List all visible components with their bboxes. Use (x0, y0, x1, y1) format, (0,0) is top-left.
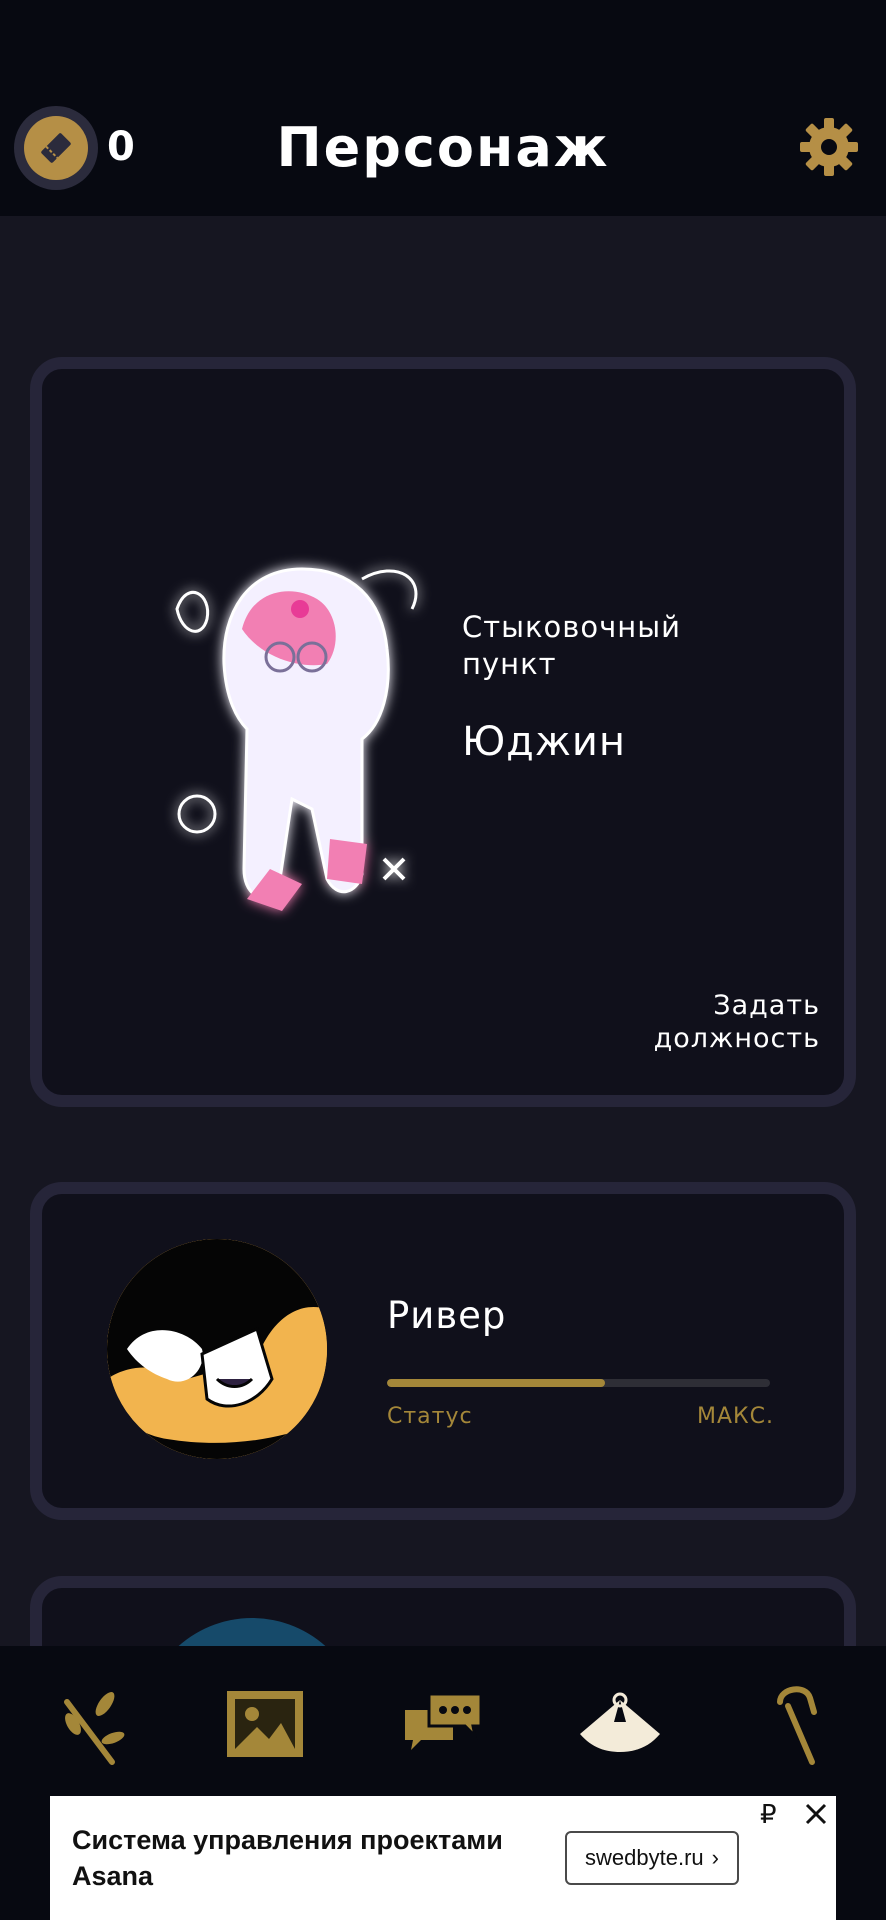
ad-cta-label: swedbyte.ru (585, 1845, 704, 1870)
status-label: Статус (387, 1404, 473, 1429)
page-title: Персонаж (276, 116, 610, 179)
chat-icon[interactable] (401, 1682, 485, 1766)
ad-cta-button[interactable]: swedbyte.ru › (565, 1831, 739, 1885)
gear-icon[interactable] (798, 116, 860, 178)
ad-banner[interactable]: Система управления проектами Asana swedb… (50, 1796, 836, 1920)
gallery-icon[interactable] (223, 1682, 307, 1766)
cane-icon[interactable] (756, 1682, 840, 1766)
ad-currency-badge: ₽ (760, 1800, 777, 1830)
chevron-right-icon: › (711, 1845, 719, 1870)
status-progress-fill (387, 1379, 606, 1387)
character-name: Юджин (462, 719, 627, 765)
assign-position-link[interactable]: Задать должность (560, 989, 820, 1055)
ad-title[interactable]: Система управления проектами Asana (72, 1822, 552, 1894)
avatar (107, 1239, 327, 1459)
branch-icon[interactable] (50, 1682, 134, 1766)
featured-character-card[interactable]: Стыковочный пункт Юджин Задать должность (30, 357, 856, 1107)
character-card[interactable]: Ривер Статус МАКС. (30, 1182, 856, 1520)
status-bar-area (0, 0, 886, 100)
close-icon[interactable] (802, 1800, 830, 1828)
bottom-nav (0, 1646, 886, 1796)
status-progress-bar (387, 1379, 770, 1387)
location-label: Стыковочный пункт (462, 610, 681, 681)
character-portrait (152, 539, 462, 939)
character-name: Ривер (387, 1294, 507, 1337)
ad-area: Система управления проектами Asana swedb… (0, 1796, 886, 1920)
tent-icon[interactable] (578, 1682, 662, 1766)
status-value: МАКС. (696, 1404, 774, 1429)
